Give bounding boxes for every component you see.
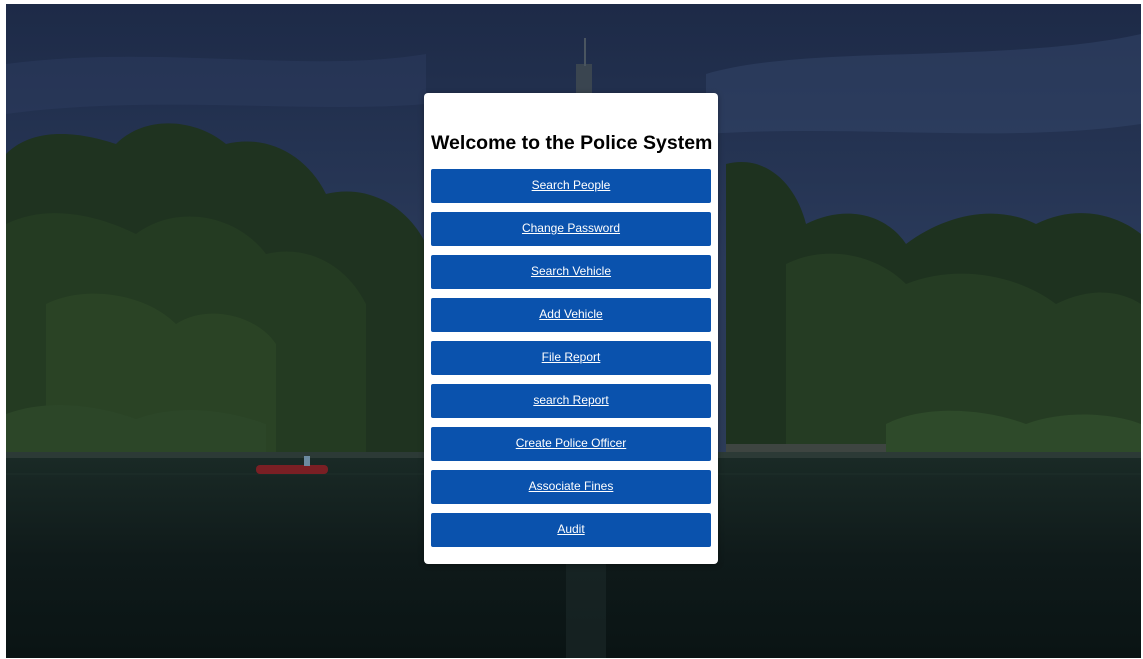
change-password-button[interactable]: Change Password	[431, 212, 711, 246]
file-report-button[interactable]: File Report	[431, 341, 711, 375]
audit-button[interactable]: Audit	[431, 513, 711, 547]
search-vehicle-button[interactable]: Search Vehicle	[431, 255, 711, 289]
associate-fines-button[interactable]: Associate Fines	[431, 470, 711, 504]
page-title: Welcome to the Police System	[431, 132, 713, 154]
add-vehicle-button[interactable]: Add Vehicle	[431, 298, 711, 332]
main-menu-card: Welcome to the Police System Search Peop…	[424, 93, 718, 564]
search-people-button[interactable]: Search People	[431, 169, 711, 203]
create-police-officer-button[interactable]: Create Police Officer	[431, 427, 711, 461]
menu-list: Search People Change Password Search Veh…	[431, 169, 711, 547]
search-report-button[interactable]: search Report	[431, 384, 711, 418]
